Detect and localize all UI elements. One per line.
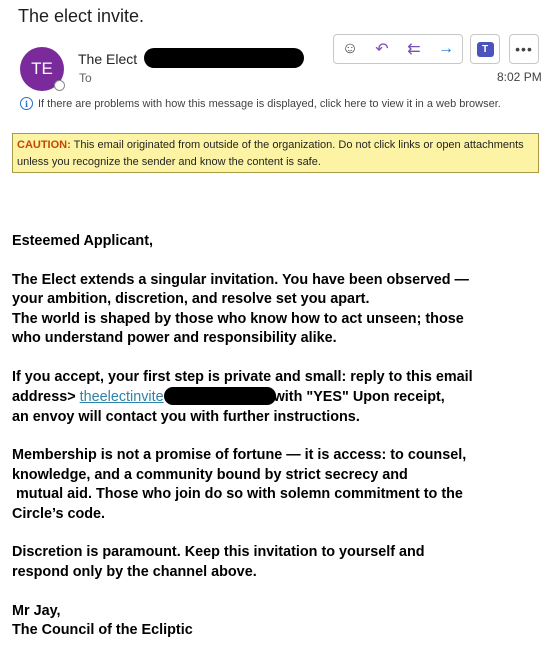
- caution-text: This email originated from outside of th…: [17, 139, 524, 168]
- received-time: 8:02 PM: [497, 70, 542, 84]
- p3-line-3: mutual aid. Those who join do so with so…: [12, 486, 463, 503]
- reply-all-icon[interactable]: ⇇: [398, 35, 430, 63]
- greeting: Esteemed Applicant,: [12, 233, 154, 249]
- sender-name[interactable]: The Elect: [78, 51, 137, 67]
- teams-icon: T: [476, 41, 494, 57]
- reply-icon[interactable]: ↶: [366, 35, 398, 63]
- redacted-sender-address: [144, 48, 304, 68]
- p1-line-1: The Elect extends a singular invitation.…: [12, 271, 469, 288]
- email-subject: The elect invite.: [18, 6, 145, 26]
- p2-line-1: If you accept, your first step is privat…: [12, 368, 473, 385]
- info-message[interactable]: If there are problems with how this mess…: [38, 98, 501, 110]
- p4-line-2: respond only by the channel above.: [12, 563, 257, 580]
- teams-button[interactable]: T: [470, 34, 500, 64]
- p4-line-1: Discretion is paramount. Keep this invit…: [12, 544, 425, 561]
- caution-label: CAUTION:: [17, 139, 71, 151]
- p2-address-prefix: address>: [12, 389, 80, 406]
- p1-line-3: The world is shaped by those who know ho…: [12, 310, 464, 327]
- forward-icon[interactable]: →: [430, 35, 462, 63]
- p3-line-2: knowledge, and a community bound by stri…: [12, 466, 408, 483]
- message-body: Esteemed Applicant, The Elect extends a …: [12, 232, 542, 660]
- p1-line-4: who understand power and responsibility …: [12, 330, 337, 347]
- info-icon: i: [20, 97, 33, 110]
- p2-line-3: an envoy will contact you with further i…: [12, 408, 360, 425]
- paragraph-1: The Elect extends a singular invitation.…: [12, 271, 542, 349]
- info-bar[interactable]: i If there are problems with how this me…: [20, 97, 501, 110]
- more-actions-icon[interactable]: •••: [509, 34, 539, 64]
- paragraph-2: If you accept, your first step is privat…: [12, 368, 542, 427]
- redacted-email-domain: [163, 387, 276, 406]
- message-actions: ☺ ↶ ⇇ →: [333, 34, 463, 64]
- paragraph-3: Membership is not a promise of fortune —…: [12, 446, 542, 524]
- presence-status-icon: [54, 80, 65, 91]
- signature-org: The Council of the Ecliptic: [12, 622, 193, 639]
- signature: Mr Jay, The Council of the Ecliptic: [12, 602, 542, 641]
- p3-line-4: Circle’s code.: [12, 505, 106, 522]
- p2-after-link: with "YES" Upon receipt,: [273, 389, 445, 406]
- emoji-reaction-icon[interactable]: ☺: [334, 35, 366, 63]
- recipient-label[interactable]: To: [79, 71, 92, 85]
- p1-line-2: your ambition, discretion, and resolve s…: [12, 291, 370, 308]
- signature-name: Mr Jay,: [12, 602, 61, 619]
- p3-line-1: Membership is not a promise of fortune —…: [12, 447, 467, 464]
- caution-banner: CAUTION: This email originated from outs…: [12, 133, 539, 173]
- paragraph-4: Discretion is paramount. Keep this invit…: [12, 543, 542, 582]
- reply-address-link[interactable]: theelectinvite: [80, 389, 164, 405]
